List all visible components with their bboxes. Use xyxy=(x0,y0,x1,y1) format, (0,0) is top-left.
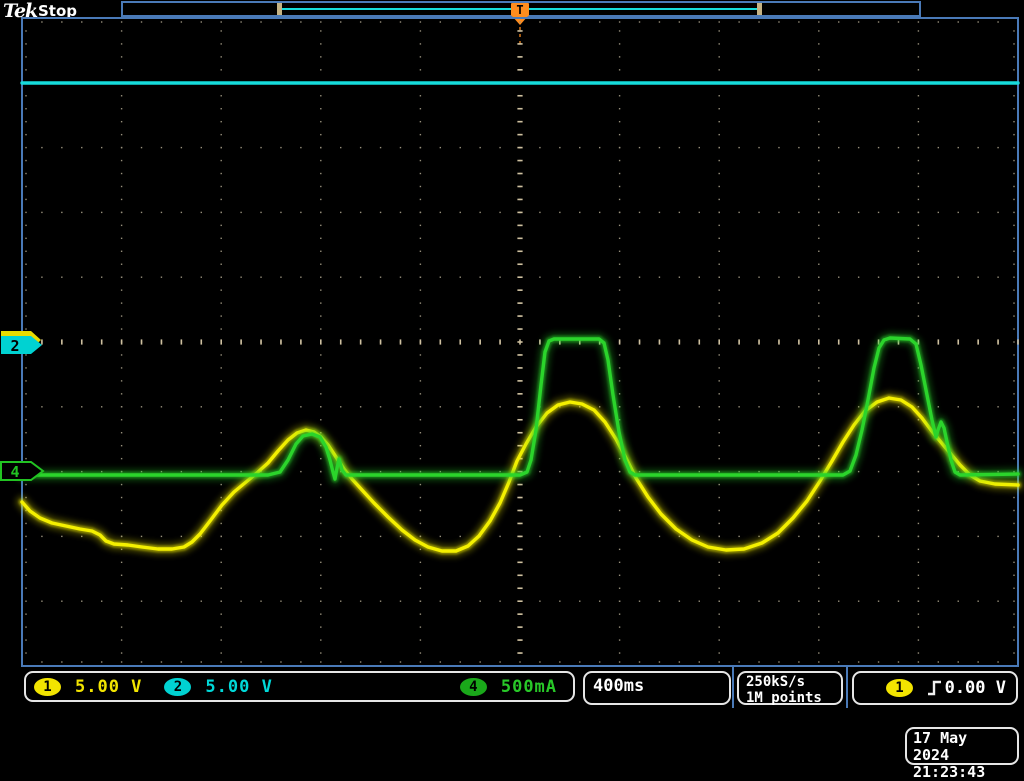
trigger-readout-box: 1 0.00 V xyxy=(852,671,1018,705)
trigger-source-badge: 1 xyxy=(886,679,913,697)
date-readout: 17 May 2024 xyxy=(913,730,1011,764)
ch4-marker-label: 4 xyxy=(10,463,19,481)
oscilloscope-screen: { "header": { "logo": "Tek", "status": "… xyxy=(0,0,1024,768)
ch2-scale-readout: 5.00 V xyxy=(205,677,272,697)
acquisition-readout-box: 250kS/s 1M points xyxy=(737,671,843,705)
time-readout: 21:23:43 xyxy=(913,764,1011,781)
scope-display: T 2 4 xyxy=(0,0,1024,768)
ch2-badge: 2 xyxy=(164,678,191,696)
ch2-marker-label: 2 xyxy=(10,337,19,355)
rising-edge-slope-icon xyxy=(927,679,943,697)
graticule-dots xyxy=(25,21,1019,662)
waveform-plot xyxy=(22,21,1019,662)
readout-separator xyxy=(732,667,734,708)
ch1-scale-readout: 5.00 V xyxy=(75,677,142,697)
ch1-badge: 1 xyxy=(34,678,61,696)
channel-readouts-box: 1 5.00 V 2 5.00 V 4 500mA xyxy=(24,671,575,702)
sample-rate-readout: 250kS/s xyxy=(746,674,834,690)
trigger-flag-label: T xyxy=(516,3,523,17)
horizontal-readout-box: 400ms xyxy=(583,671,731,705)
view-bracket-right xyxy=(757,3,762,15)
ch4-badge: 4 xyxy=(460,678,487,696)
trigger-level-readout: 0.00 V xyxy=(945,678,1006,698)
timebase-readout: 400ms xyxy=(593,676,644,696)
datetime-box: 17 May 2024 21:23:43 xyxy=(905,727,1019,765)
trigger-position-marker: T xyxy=(511,3,529,46)
readout-separator xyxy=(846,667,848,708)
record-length-readout: 1M points xyxy=(746,690,834,706)
view-bracket-left xyxy=(277,3,282,15)
ch4-scale-readout: 500mA xyxy=(501,677,557,697)
